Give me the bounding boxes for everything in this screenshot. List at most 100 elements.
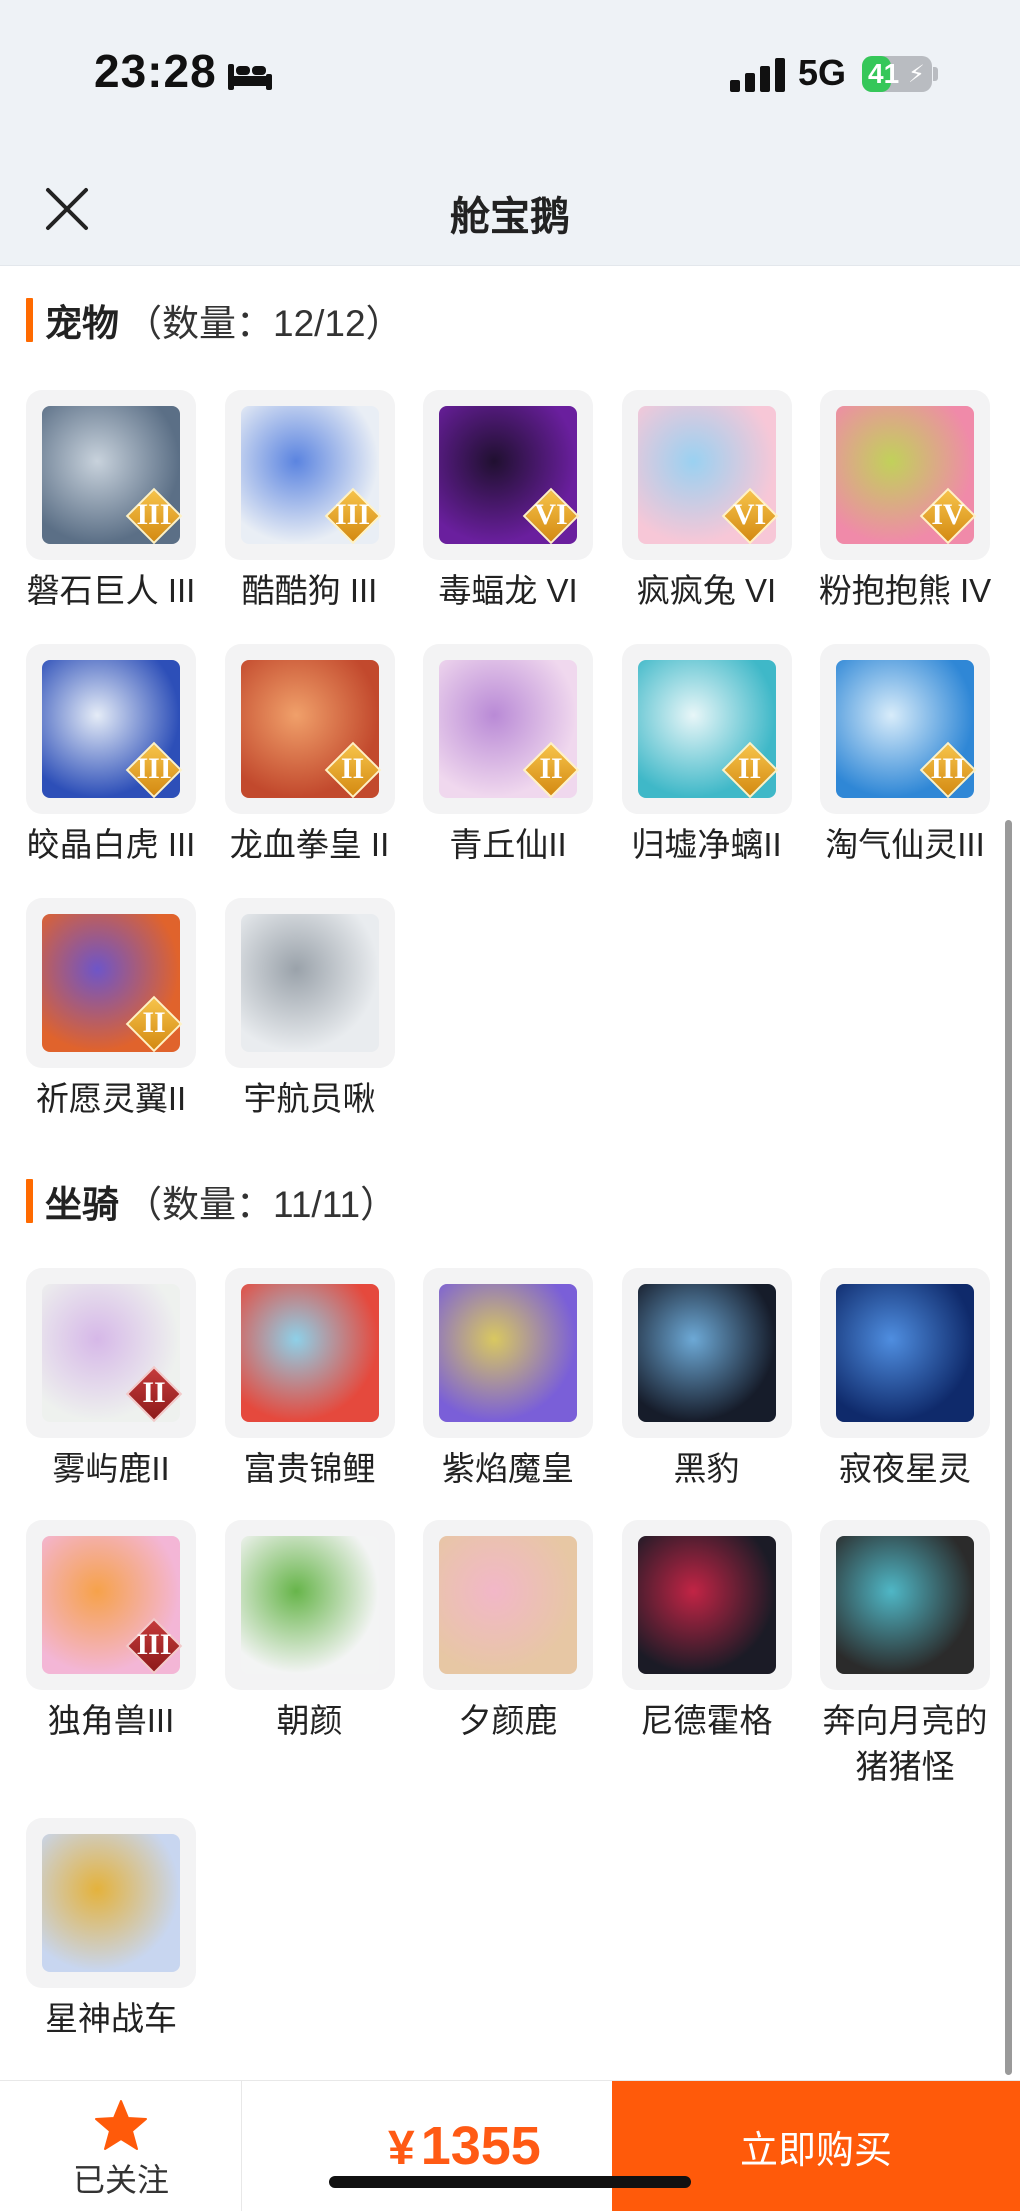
- network-type: 5G: [798, 52, 847, 93]
- item-artwork: [240, 914, 379, 1052]
- item-thumbnail: III: [26, 644, 196, 814]
- item-card[interactable]: III 皎晶白虎 III: [26, 644, 196, 868]
- item-thumbnail: II: [224, 644, 395, 814]
- scrollbar[interactable]: [1005, 820, 1012, 2075]
- item-thumbnail: II: [423, 644, 593, 814]
- item-artwork: [836, 1284, 974, 1422]
- item-label: 紫焰魔皇: [442, 1450, 574, 1487]
- item-artwork: [42, 1834, 180, 1972]
- item-thumbnail: III: [26, 1520, 196, 1690]
- item-thumbnail: [820, 1520, 990, 1690]
- status-time: 23:28: [94, 45, 217, 97]
- item-card[interactable]: 尼德霍格: [621, 1520, 792, 1790]
- item-label: 归墟净螭II: [631, 826, 782, 863]
- item-artwork: [240, 1536, 379, 1674]
- item-card[interactable]: II 祈愿灵翼II: [26, 898, 196, 1122]
- item-label: 龙血拳皇 II: [229, 826, 390, 863]
- section-accent-bar: [26, 298, 33, 342]
- sleep-mode-icon: [228, 64, 272, 90]
- tier-badge-numeral: III: [136, 1628, 172, 1661]
- cellular-signal-icon: [730, 58, 785, 92]
- section-count: （数量：11/11）: [125, 1184, 398, 1225]
- item-thumbnail: II: [621, 644, 792, 814]
- item-card[interactable]: VI 毒蝠龙 VI: [423, 390, 593, 614]
- item-card[interactable]: III 独角兽III: [26, 1520, 196, 1790]
- charging-icon: ⚡: [908, 61, 925, 88]
- tier-badge: VI: [522, 487, 580, 545]
- tier-badge: II: [125, 1365, 183, 1423]
- item-card[interactable]: VI 疯疯兔 VI: [621, 390, 792, 614]
- tier-badge-numeral: II: [142, 1376, 166, 1409]
- tier-badge: III: [125, 487, 183, 545]
- item-artwork: [439, 1536, 577, 1674]
- battery-percent: 41: [868, 58, 900, 89]
- page-title: 舱宝鹅: [450, 195, 570, 239]
- tier-badge-numeral: VI: [534, 498, 568, 531]
- tier-badge: III: [324, 487, 381, 545]
- item-card[interactable]: II 雾屿鹿II: [26, 1268, 196, 1492]
- section-count: （数量：12/12）: [125, 303, 403, 344]
- item-card[interactable]: 夕颜鹿: [423, 1520, 593, 1790]
- item-card[interactable]: 黑豹: [621, 1268, 792, 1492]
- item-card[interactable]: II 龙血拳皇 II: [224, 644, 395, 868]
- item-thumbnail: II: [26, 898, 196, 1068]
- tier-badge-numeral: III: [930, 752, 966, 785]
- tier-badge: II: [522, 741, 580, 799]
- home-indicator: [329, 2176, 691, 2188]
- tier-badge-numeral: III: [136, 498, 172, 531]
- item-card[interactable]: 紫焰魔皇: [423, 1268, 593, 1492]
- top-header: 23:28 5G 41 ⚡ 舱宝鹅: [0, 0, 1020, 266]
- item-card[interactable]: 星神战车: [26, 1818, 196, 2042]
- tier-badge-numeral: II: [539, 752, 563, 785]
- item-artwork: [240, 1284, 379, 1422]
- mounts-grid: II 雾屿鹿II 富贵锦鲤 紫焰魔皇 黑豹 寂夜星灵 III 独角兽III 朝颜 夕颜鹿 尼德霍格 奔…: [26, 1268, 996, 2042]
- buy-now-button[interactable]: 立即购买: [612, 2081, 1020, 2211]
- item-label: 疯疯兔 VI: [636, 572, 777, 609]
- tier-badge-numeral: II: [340, 752, 365, 785]
- item-card[interactable]: III 磐石巨人 III: [26, 390, 196, 614]
- item-card[interactable]: 富贵锦鲤: [224, 1268, 395, 1492]
- item-card[interactable]: IV 粉抱抱熊 IV: [819, 390, 991, 614]
- section-header-mounts: 坐骑 （数量：11/11）: [26, 1177, 397, 1225]
- item-thumbnail: [224, 1268, 395, 1438]
- tier-badge-numeral: III: [136, 752, 172, 785]
- bottom-action-bar: 已关注 ¥1355 立即购买: [0, 2080, 1020, 2211]
- tier-badge: II: [721, 741, 778, 799]
- item-label: 星神战车: [45, 2000, 177, 2037]
- item-thumbnail: [621, 1268, 792, 1438]
- item-label: 奔向月亮的猪猪怪: [822, 1702, 988, 1785]
- tier-badge: II: [324, 741, 381, 799]
- item-card[interactable]: III 酷酷狗 III: [224, 390, 395, 614]
- tier-badge: II: [125, 995, 183, 1053]
- item-thumbnail: [224, 898, 395, 1068]
- item-card[interactable]: II 归墟净螭II: [621, 644, 792, 868]
- section-accent-bar: [26, 1179, 33, 1223]
- item-label: 宇航员啾: [243, 1080, 376, 1117]
- item-card[interactable]: 寂夜星灵: [820, 1268, 990, 1492]
- item-label: 青丘仙II: [449, 826, 567, 863]
- item-label: 黑豹: [673, 1450, 740, 1487]
- item-card[interactable]: 朝颜: [224, 1520, 395, 1790]
- tier-badge: IV: [919, 487, 977, 545]
- item-thumbnail: [224, 1520, 395, 1690]
- follow-button[interactable]: 已关注: [0, 2081, 242, 2211]
- item-card[interactable]: 宇航员啾: [224, 898, 395, 1122]
- item-card[interactable]: III 淘气仙灵III: [820, 644, 990, 868]
- item-thumbnail: [621, 1520, 792, 1690]
- item-thumbnail: [820, 1268, 990, 1438]
- item-thumbnail: III: [820, 644, 990, 814]
- item-thumbnail: VI: [621, 390, 792, 560]
- item-label: 独角兽III: [47, 1702, 175, 1739]
- tier-badge-numeral: VI: [732, 498, 767, 531]
- item-thumbnail: [423, 1268, 593, 1438]
- item-card[interactable]: 奔向月亮的猪猪怪: [820, 1520, 990, 1790]
- item-thumbnail: [26, 1818, 196, 1988]
- item-thumbnail: III: [224, 390, 395, 560]
- item-artwork: [637, 1284, 776, 1422]
- tier-badge: III: [125, 741, 183, 799]
- item-label: 寂夜星灵: [839, 1450, 971, 1487]
- tier-badge-numeral: IV: [931, 498, 965, 531]
- item-artwork: [836, 1536, 974, 1674]
- item-card[interactable]: II 青丘仙II: [423, 644, 593, 868]
- section-header-pets: 宠物 （数量：12/12）: [26, 296, 403, 344]
